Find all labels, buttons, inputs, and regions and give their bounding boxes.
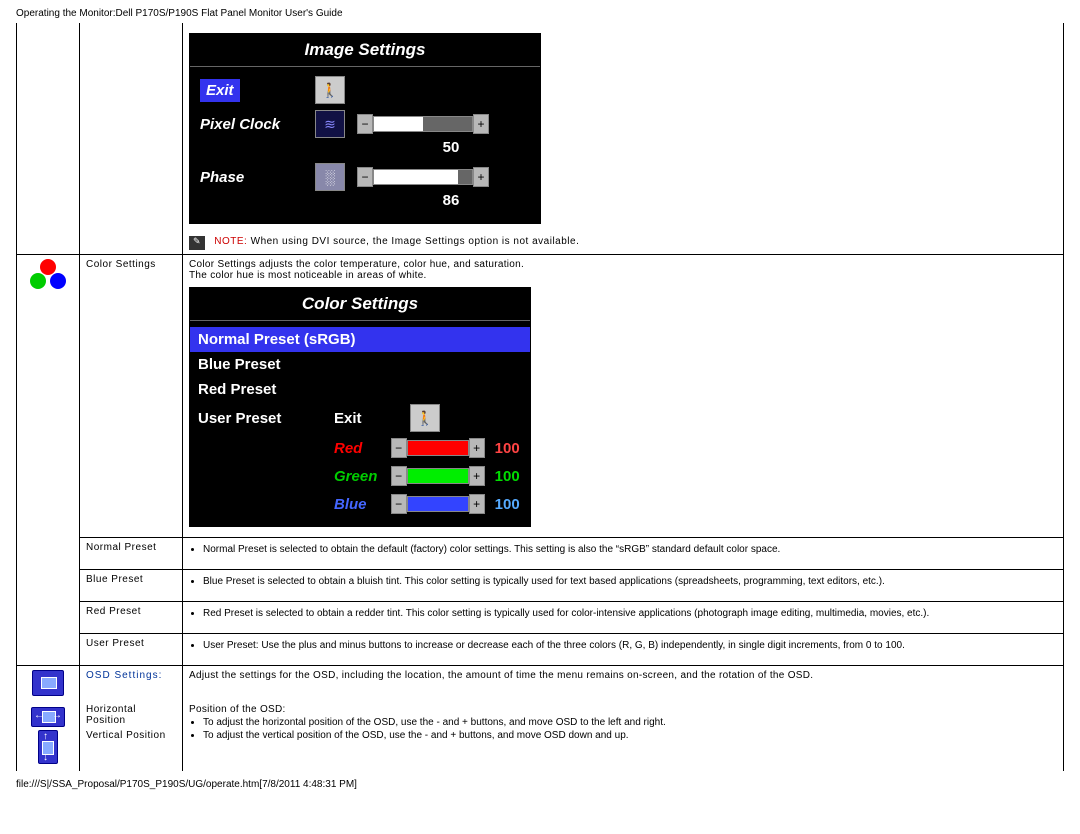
user-exit-label: Exit: [334, 410, 410, 427]
blue-row: Blue −+ 100: [190, 490, 530, 518]
red-preset-label: Red Preset: [80, 602, 183, 634]
vpos-label: Vertical Position: [86, 730, 176, 741]
blue-preset-label: Blue Preset: [80, 570, 183, 602]
exit-icon: 🚶: [315, 76, 345, 104]
user-preset-option: User Preset: [198, 410, 334, 427]
pixel-clock-icon: ≋: [315, 110, 345, 138]
osd-settings-icon: [32, 670, 64, 696]
green-row: Green −+ 100: [190, 462, 530, 490]
note-prefix: NOTE:: [214, 236, 247, 247]
settings-table: Image Settings Exit 🚶 Pixel Clock ≋ − + …: [16, 23, 1064, 771]
image-settings-panel: Image Settings Exit 🚶 Pixel Clock ≋ − + …: [189, 33, 541, 224]
normal-preset-label: Normal Preset: [80, 538, 183, 570]
color-settings-desc2: The color hue is most noticeable in area…: [189, 270, 1057, 281]
blue-preset-bullet: Blue Preset is selected to obtain a blui…: [203, 576, 1057, 587]
panel-title: Image Settings: [190, 34, 540, 67]
phase-value: 86: [362, 192, 540, 209]
note-text: When using DVI source, the Image Setting…: [251, 236, 580, 247]
pixel-clock-label: Pixel Clock: [200, 116, 315, 133]
pos-heading: Position of the OSD:: [189, 704, 1057, 715]
hpos-bullet: To adjust the horizontal position of the…: [203, 717, 1057, 728]
phase-slider: − +: [357, 167, 489, 187]
red-row: Red −+ 100: [190, 434, 530, 462]
page-header: Operating the Monitor:Dell P170S/P190S F…: [16, 8, 1064, 19]
vpos-bullet: To adjust the vertical position of the O…: [203, 730, 1057, 741]
user-preset-label: User Preset: [80, 634, 183, 666]
phase-icon: ░: [315, 163, 345, 191]
hpos-label: Horizontal Position: [86, 704, 176, 726]
osd-settings-desc: Adjust the settings for the OSD, includi…: [189, 670, 813, 681]
pixel-clock-slider: − +: [357, 114, 489, 134]
color-settings-panel: Color Settings Normal Preset (sRGB) Blue…: [189, 287, 531, 527]
rgb-icon: [30, 259, 66, 293]
osd-settings-link[interactable]: OSD Settings:: [86, 670, 162, 681]
horizontal-position-icon: ← →: [31, 707, 65, 727]
color-settings-desc1: Color Settings adjusts the color tempera…: [189, 259, 1057, 270]
phase-label: Phase: [200, 169, 315, 186]
note-icon: ✎: [189, 236, 205, 250]
user-exit-icon: 🚶: [410, 404, 440, 432]
page-footer: file:///S|/SSA_Proposal/P170S_P190S/UG/o…: [16, 779, 1064, 790]
color-settings-label: Color Settings: [80, 255, 183, 538]
red-preset-option: Red Preset: [190, 377, 530, 402]
pixel-clock-value: 50: [362, 139, 540, 156]
red-preset-bullet: Red Preset is selected to obtain a redde…: [203, 608, 1057, 619]
normal-preset-option: Normal Preset (sRGB): [190, 327, 530, 352]
normal-preset-bullet: Normal Preset is selected to obtain the …: [203, 544, 1057, 555]
vertical-position-icon: ↑ ↓: [38, 730, 58, 764]
cs-panel-title: Color Settings: [190, 288, 530, 321]
blue-preset-option: Blue Preset: [190, 352, 530, 377]
user-preset-bullet: User Preset: Use the plus and minus butt…: [203, 640, 1057, 651]
exit-option: Exit: [200, 79, 240, 102]
